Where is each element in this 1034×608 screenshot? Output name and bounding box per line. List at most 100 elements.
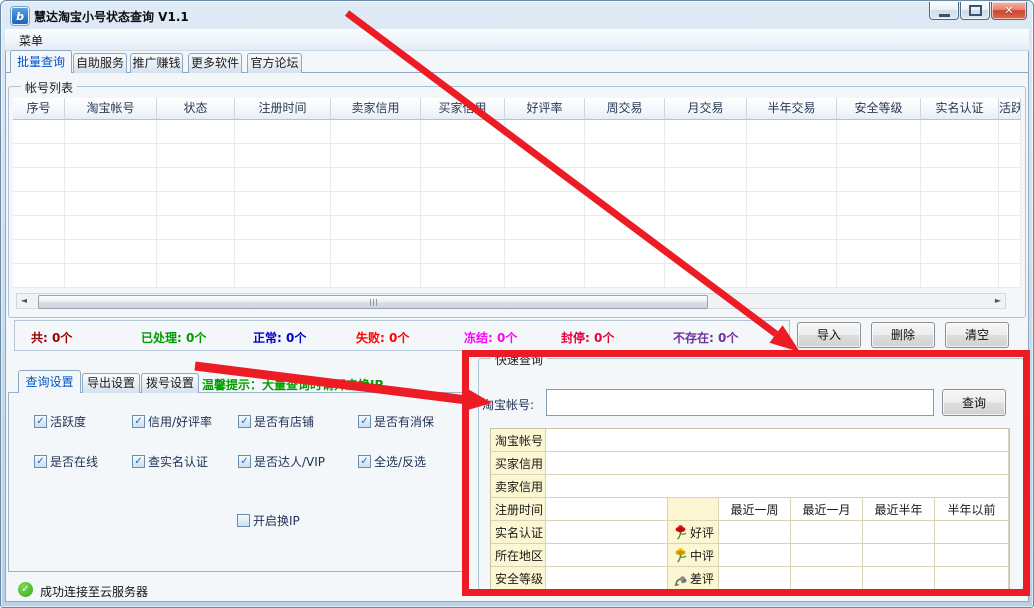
period-header: 最近半年 [863, 498, 935, 521]
stat-total-label: 共: [31, 331, 52, 345]
tab-dial-settings[interactable]: 拨号设置 [141, 373, 199, 393]
column-header-6[interactable]: 好评率 [505, 98, 585, 120]
table-cell [65, 192, 157, 216]
checkbox-vip[interactable]: ✓是否达人/VIP [238, 453, 325, 470]
tab-self-service[interactable]: 自助服务 [73, 53, 127, 73]
checkbox-credit-rating[interactable]: ✓信用/好评率 [132, 413, 212, 430]
quick-query-button[interactable]: 查询 [942, 389, 1006, 416]
menu-item-menu[interactable]: 菜单 [14, 32, 48, 49]
checkbox-label: 是否有店铺 [254, 413, 314, 430]
maximize-button[interactable] [960, 2, 990, 20]
stat-failed: 失败: 0个 [356, 329, 409, 346]
table-cell [747, 216, 837, 240]
table-cell [837, 120, 921, 144]
column-header-12[interactable]: 活跃度 [999, 98, 1021, 120]
quick-query-legend: 快速查询 [491, 351, 547, 368]
table-cell [585, 216, 665, 240]
column-header-1[interactable]: 淘宝帐号 [65, 98, 157, 120]
column-header-7[interactable]: 周交易 [585, 98, 665, 120]
table-cell [585, 264, 665, 288]
tab-export-settings[interactable]: 导出设置 [82, 373, 140, 393]
result-row-label: 买家信用 [491, 452, 546, 475]
column-header-9[interactable]: 半年交易 [747, 98, 837, 120]
table-cell [747, 240, 837, 264]
window-title: 慧达淘宝小号状态查询 V1.1 [34, 8, 189, 25]
table-cell [837, 192, 921, 216]
table-cell [65, 264, 157, 288]
column-header-10[interactable]: 安全等级 [837, 98, 921, 120]
horizontal-scrollbar[interactable]: ◄ ► [16, 293, 1006, 309]
checkbox-consumer-protection[interactable]: ✓是否有消保 [358, 413, 434, 430]
stat-processed: 已处理: 0个 [141, 329, 206, 346]
red-flower-icon [672, 524, 688, 540]
table-cell [13, 144, 65, 168]
import-button[interactable]: 导入 [797, 322, 861, 348]
column-header-8[interactable]: 月交易 [665, 98, 747, 120]
minimize-icon [939, 14, 950, 17]
switch-ip-checkbox[interactable]: 开启换IP [237, 512, 300, 529]
column-header-5[interactable]: 买家信用 [421, 98, 505, 120]
checkbox-select-all[interactable]: ✓全选/反选 [358, 453, 426, 470]
table-cell [65, 120, 157, 144]
table-cell [235, 120, 331, 144]
stat-nonexistent-label: 不存在: [673, 331, 718, 345]
table-cell [837, 144, 921, 168]
column-header-11[interactable]: 实名认证 [921, 98, 999, 120]
tab-promote-earn[interactable]: 推广赚钱 [130, 53, 183, 73]
stat-normal: 正常: 0个 [253, 329, 306, 346]
checkbox-label: 活跃度 [50, 413, 86, 430]
quick-account-label: 淘宝帐号: [482, 396, 534, 413]
table-cell [665, 120, 747, 144]
checkbox-has-shop[interactable]: ✓是否有店铺 [238, 413, 314, 430]
stat-banned: 封停: 0个 [561, 329, 614, 346]
table-row [13, 264, 1021, 288]
tab-more-software[interactable]: 更多软件 [188, 53, 242, 73]
column-header-4[interactable]: 卖家信用 [331, 98, 421, 120]
column-header-0[interactable]: 序号 [13, 98, 65, 120]
stat-processed-label: 已处理: [141, 331, 186, 345]
scrollbar-thumb[interactable] [38, 295, 708, 309]
column-header-3[interactable]: 注册时间 [235, 98, 331, 120]
checkbox-real-name-check[interactable]: ✓查实名认证 [132, 453, 208, 470]
delete-button[interactable]: 删除 [871, 322, 935, 348]
clear-button[interactable]: 清空 [945, 322, 1009, 348]
table-cell [421, 192, 505, 216]
result-value-cell [546, 498, 668, 521]
quick-result-table: 淘宝帐号买家信用卖家信用注册时间最近一周最近一月最近半年半年以前实名认证好评所在… [490, 428, 1010, 591]
table-cell [331, 192, 421, 216]
checkbox-activity[interactable]: ✓活跃度 [34, 413, 86, 430]
table-cell [999, 216, 1021, 240]
close-button[interactable]: ✕ [991, 2, 1027, 20]
tab-official-forum[interactable]: 官方论坛 [247, 53, 302, 73]
scroll-right-arrow-icon[interactable]: ► [991, 294, 1005, 308]
stat-processed-value: 0个 [186, 331, 206, 345]
table-cell [585, 120, 665, 144]
table-cell [421, 216, 505, 240]
column-header-2[interactable]: 状态 [157, 98, 235, 120]
checkbox-label: 是否有消保 [374, 413, 434, 430]
result-period-cell [719, 567, 791, 590]
checkbox-label: 是否在线 [50, 453, 98, 470]
rating-label: 差评 [690, 570, 714, 587]
stat-normal-value: 0个 [286, 331, 306, 345]
result-row: 淘宝帐号 [491, 429, 1009, 452]
tab-query-settings[interactable]: 查询设置 [18, 370, 81, 393]
rating-label: 好评 [690, 524, 714, 541]
table-cell [157, 192, 235, 216]
table-row [13, 120, 1021, 144]
table-row [13, 240, 1021, 264]
table-cell [505, 264, 585, 288]
minimize-button[interactable] [929, 2, 959, 20]
table-cell [13, 192, 65, 216]
result-row-label: 实名认证 [491, 521, 546, 544]
checkbox-is-online[interactable]: ✓是否在线 [34, 453, 98, 470]
result-row-label: 安全等级 [491, 567, 546, 590]
tab-batch-query[interactable]: 批量查询 [10, 50, 72, 73]
close-icon: ✕ [1004, 4, 1013, 17]
switch-ip-label: 开启换IP [253, 512, 300, 529]
quick-account-input[interactable] [546, 389, 934, 416]
result-period-cell [863, 544, 935, 567]
result-row: 注册时间最近一周最近一月最近半年半年以前 [491, 498, 1009, 521]
scroll-left-arrow-icon[interactable]: ◄ [17, 294, 31, 308]
table-cell [837, 216, 921, 240]
